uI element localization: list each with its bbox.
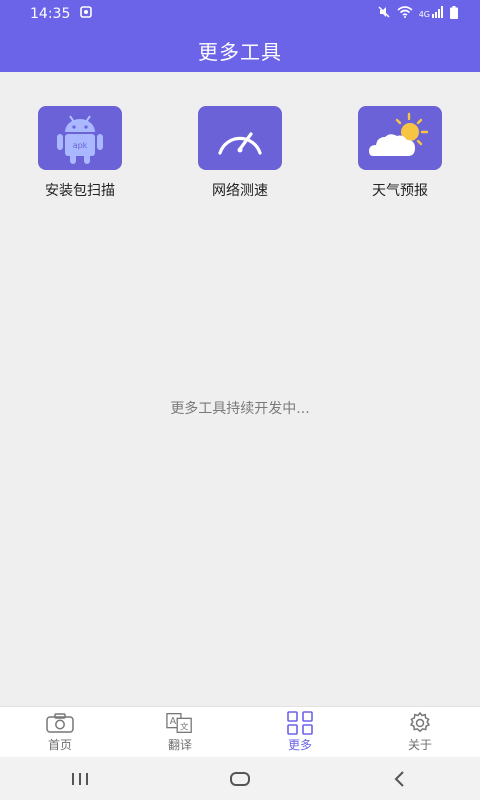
tool-label-weather: 天气预报 xyxy=(372,183,428,199)
translate-icon: A 文 xyxy=(166,711,194,735)
mute-icon xyxy=(377,5,391,23)
tool-label-network-speed: 网络测速 xyxy=(212,183,268,199)
nav-item-more[interactable]: 更多 xyxy=(240,707,360,757)
svg-text:文: 文 xyxy=(180,722,189,732)
status-time: 14:35 xyxy=(30,6,71,22)
signal-icon xyxy=(432,6,444,22)
apk-icon-text: apk xyxy=(73,141,88,150)
system-nav-bar xyxy=(0,757,480,800)
back-button[interactable] xyxy=(370,764,430,794)
page-title: 更多工具 xyxy=(198,39,282,64)
nav-item-home[interactable]: 首页 xyxy=(0,707,120,757)
home-icon xyxy=(230,771,250,786)
battery-icon xyxy=(450,5,458,23)
tool-apk-scan[interactable]: apk 安装包扫描 xyxy=(25,106,135,200)
tool-network-speed[interactable]: 网络测速 xyxy=(185,106,295,200)
gear-icon xyxy=(406,711,434,735)
grid-icon xyxy=(286,711,314,735)
status-bar: 14:35 4G xyxy=(0,0,480,28)
tools-grid: apk 安装包扫描 网络测速 天气预报 xyxy=(0,106,480,206)
recent-apps-icon xyxy=(72,772,88,785)
title-bar: 更多工具 xyxy=(0,28,480,72)
weather-sun-cloud-icon xyxy=(358,106,442,170)
nav-item-translate[interactable]: A 文 翻译 xyxy=(120,707,240,757)
nav-label-home: 首页 xyxy=(47,738,72,752)
speedometer-icon xyxy=(198,106,282,170)
nav-label-more: 更多 xyxy=(287,738,312,752)
nav-label-about: 关于 xyxy=(407,738,432,752)
bottom-nav: 首页 A 文 翻译 更多 关于 xyxy=(0,706,480,757)
nav-item-about[interactable]: 关于 xyxy=(360,707,480,757)
wifi-icon xyxy=(397,6,413,22)
tool-label-apk-scan: 安装包扫描 xyxy=(45,183,115,199)
android-apk-icon: apk xyxy=(38,106,122,170)
svg-text:A: A xyxy=(170,716,177,727)
dev-message: 更多工具持续开发中... xyxy=(170,401,310,417)
home-button[interactable] xyxy=(210,764,270,794)
recent-apps-button[interactable] xyxy=(50,764,110,794)
tool-weather[interactable]: 天气预报 xyxy=(345,106,455,200)
status-right: 4G xyxy=(377,5,458,23)
camera-icon xyxy=(46,711,74,735)
nav-label-translate: 翻译 xyxy=(167,738,192,752)
notification-icon xyxy=(80,6,93,22)
network-type: 4G xyxy=(418,9,430,19)
back-icon xyxy=(394,770,404,787)
status-left: 14:35 xyxy=(30,6,93,22)
